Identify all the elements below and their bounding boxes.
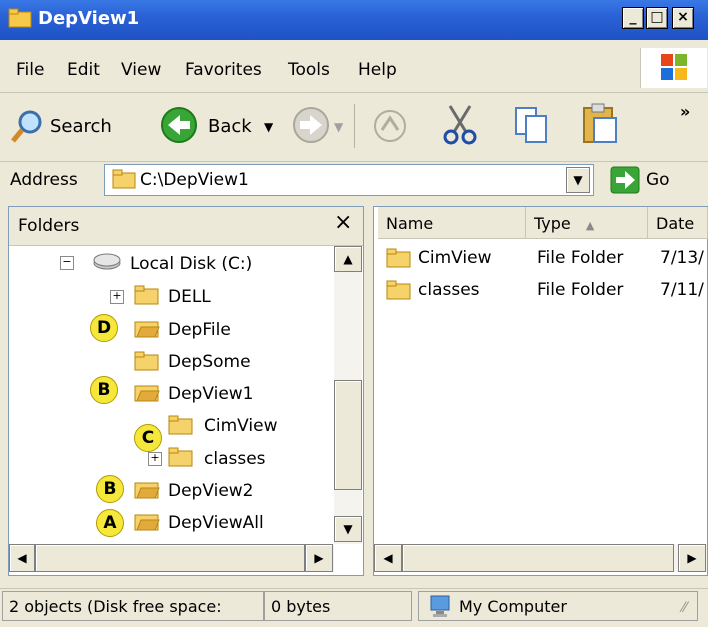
forward-dropdown-icon[interactable]: ▼ bbox=[334, 120, 343, 134]
go-icon[interactable] bbox=[610, 166, 640, 194]
list-item-date: 7/13/ bbox=[660, 248, 704, 268]
status-objects: 2 objects (Disk free space: bbox=[2, 591, 264, 621]
menu-favorites[interactable]: Favorites bbox=[185, 60, 262, 80]
tree-item-classes[interactable]: classes bbox=[204, 449, 266, 469]
folders-title: Folders bbox=[18, 216, 80, 236]
tree-hscroll-thumb[interactable] bbox=[35, 544, 305, 572]
open-folder-icon bbox=[134, 478, 160, 500]
up-folder-icon[interactable] bbox=[370, 106, 410, 146]
scroll-right-icon[interactable]: ▶ bbox=[678, 544, 706, 572]
search-label: Search bbox=[50, 116, 112, 137]
toolbar-overflow-button[interactable]: » bbox=[680, 102, 690, 121]
search-icon bbox=[10, 108, 44, 144]
menu-tools[interactable]: Tools bbox=[288, 60, 330, 80]
tree-item-depviewall[interactable]: DepViewAll bbox=[168, 513, 264, 533]
column-header-type-label: Type bbox=[534, 214, 571, 233]
minimize-button[interactable]: _ bbox=[622, 7, 644, 29]
list-item-type: File Folder bbox=[537, 280, 624, 300]
search-button[interactable]: Search bbox=[8, 104, 148, 148]
open-folder-icon bbox=[134, 510, 160, 532]
callout-badge-b: B bbox=[96, 475, 124, 503]
tree-item-depsome[interactable]: DepSome bbox=[168, 352, 251, 372]
back-button[interactable]: Back ▼ bbox=[160, 104, 300, 148]
address-value: C:\DepView1 bbox=[140, 170, 249, 190]
toolbar-separator bbox=[354, 104, 355, 148]
tree-item-depfile[interactable]: DepFile bbox=[168, 320, 231, 340]
list-item-name[interactable]: classes bbox=[418, 280, 480, 300]
scroll-left-icon[interactable]: ◀ bbox=[9, 544, 35, 572]
column-header-type[interactable]: Type ▲ bbox=[526, 207, 648, 239]
folder-icon bbox=[168, 414, 194, 436]
expander-icon[interactable]: + bbox=[148, 452, 162, 466]
scroll-down-icon[interactable]: ▼ bbox=[334, 516, 362, 542]
folder-icon bbox=[134, 284, 160, 306]
list-hscroll-thumb[interactable] bbox=[402, 544, 674, 572]
window-title: DepView1 bbox=[38, 8, 140, 29]
expander-icon[interactable]: + bbox=[110, 290, 124, 304]
menu-view[interactable]: View bbox=[121, 60, 161, 80]
address-label: Address bbox=[10, 170, 78, 190]
list-item-type: File Folder bbox=[537, 248, 624, 268]
folder-icon bbox=[386, 279, 412, 301]
menu-bar bbox=[0, 44, 708, 93]
scroll-right-icon[interactable]: ▶ bbox=[305, 544, 333, 572]
tree-item-local-disk[interactable]: Local Disk (C:) bbox=[130, 254, 252, 274]
list-item-name[interactable]: CimView bbox=[418, 248, 492, 268]
callout-badge-b: B bbox=[90, 376, 118, 404]
folder-icon bbox=[8, 7, 32, 29]
close-folders-button[interactable]: × bbox=[334, 210, 352, 235]
hard-drive-icon bbox=[92, 251, 122, 271]
open-folder-icon bbox=[134, 317, 160, 339]
callout-badge-c: C bbox=[134, 424, 162, 452]
column-header-name[interactable]: Name bbox=[378, 207, 526, 239]
open-folder-icon bbox=[134, 381, 160, 403]
close-button[interactable]: × bbox=[672, 7, 694, 29]
callout-badge-d: D bbox=[90, 314, 118, 342]
tree-item-depview2[interactable]: DepView2 bbox=[168, 481, 254, 501]
status-size: 0 bytes bbox=[264, 591, 412, 621]
back-arrow-icon bbox=[160, 106, 198, 144]
scroll-left-icon[interactable]: ◀ bbox=[374, 544, 402, 572]
forward-button[interactable] bbox=[292, 106, 330, 144]
folder-icon bbox=[386, 247, 412, 269]
tree-scroll-thumb[interactable] bbox=[334, 380, 362, 490]
folder-icon bbox=[112, 169, 136, 189]
status-zone: My Computer bbox=[418, 591, 698, 621]
tree-item-depview1[interactable]: DepView1 bbox=[168, 384, 254, 404]
maximize-button[interactable]: □ bbox=[646, 7, 668, 29]
go-button-label[interactable]: Go bbox=[646, 170, 670, 190]
tree-item-cimview[interactable]: CimView bbox=[204, 416, 278, 436]
menu-file[interactable]: File bbox=[16, 60, 44, 80]
copy-icon[interactable] bbox=[512, 104, 552, 146]
sort-ascending-icon: ▲ bbox=[585, 219, 595, 232]
callout-badge-a: A bbox=[96, 509, 124, 537]
scroll-up-icon[interactable]: ▲ bbox=[334, 246, 362, 272]
folder-icon bbox=[168, 446, 194, 468]
resize-grip-icon[interactable]: ⁄⁄ bbox=[682, 600, 687, 616]
computer-icon bbox=[428, 594, 452, 618]
folder-icon bbox=[134, 350, 160, 372]
list-item-date: 7/11/ bbox=[660, 280, 704, 300]
paste-icon[interactable] bbox=[580, 102, 622, 146]
windows-logo-icon bbox=[640, 48, 707, 88]
back-label: Back bbox=[208, 116, 252, 137]
address-dropdown-button[interactable]: ▼ bbox=[566, 167, 590, 193]
tree-item-dell[interactable]: DELL bbox=[168, 287, 211, 307]
expander-icon[interactable]: − bbox=[60, 256, 74, 270]
back-dropdown-icon[interactable]: ▼ bbox=[264, 120, 273, 134]
cut-icon[interactable] bbox=[440, 104, 480, 146]
menu-help[interactable]: Help bbox=[358, 60, 397, 80]
column-header-date[interactable]: Date bbox=[648, 207, 708, 239]
menu-edit[interactable]: Edit bbox=[67, 60, 100, 80]
